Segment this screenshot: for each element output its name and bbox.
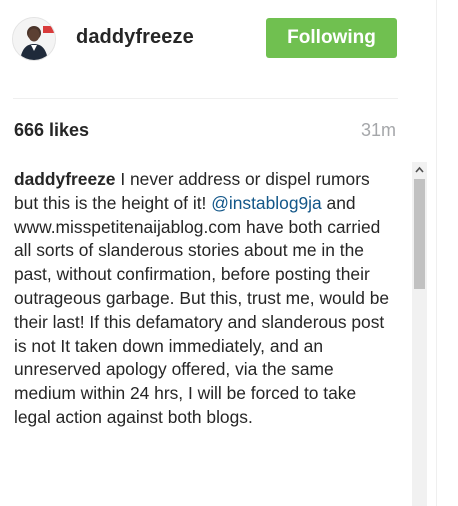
post-timestamp: 31m bbox=[360, 120, 396, 140]
post-caption: daddyfreeze I never address or dispel ru… bbox=[14, 168, 390, 430]
username-link[interactable]: daddyfreeze bbox=[76, 26, 194, 49]
user-avatar[interactable] bbox=[12, 17, 56, 61]
caption-text-part-2: and www.misspetitenaijablog.com have bot… bbox=[14, 192, 390, 427]
instagram-post-panel: daddyfreeze Following 666 likes 31m dadd… bbox=[0, 0, 458, 506]
chevron-up-icon[interactable] bbox=[412, 162, 427, 178]
avatar-image bbox=[13, 18, 55, 60]
scrollbar-thumb[interactable] bbox=[414, 179, 425, 289]
post-header: daddyfreeze Following bbox=[0, 0, 414, 82]
caption-mention-link[interactable]: @instablog9ja bbox=[211, 193, 321, 213]
panel-edge-divider bbox=[436, 0, 437, 506]
header-divider bbox=[13, 98, 398, 99]
caption-scrollbar[interactable] bbox=[412, 162, 427, 506]
following-button[interactable]: Following bbox=[266, 18, 397, 58]
likes-count[interactable]: 666 likes bbox=[14, 120, 89, 141]
caption-author-link[interactable]: daddyfreeze bbox=[14, 169, 115, 189]
caption-area: daddyfreeze I never address or dispel ru… bbox=[0, 162, 428, 506]
